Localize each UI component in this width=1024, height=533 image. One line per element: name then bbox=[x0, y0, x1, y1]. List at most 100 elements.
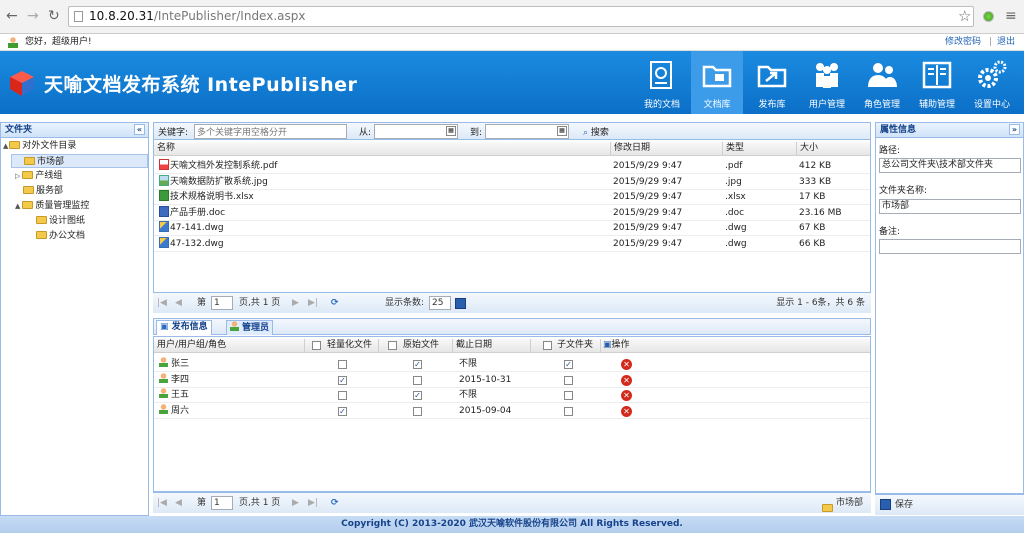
col-deadline[interactable]: 截止日期 bbox=[452, 339, 530, 352]
file-row[interactable]: 产品手册.doc 2015/9/29 9:47 .doc 23.16 MB bbox=[154, 205, 870, 221]
calendar-icon[interactable]: ▦ bbox=[557, 126, 567, 136]
tree-item[interactable]: 办公文档 bbox=[36, 229, 85, 243]
search-button[interactable]: ⌕ 搜索 bbox=[583, 125, 609, 138]
page-size-input[interactable]: 25 bbox=[429, 293, 451, 313]
publish-row[interactable]: 张三 ✓ 不限 ✓ ✕ bbox=[154, 357, 870, 372]
extension-icon[interactable] bbox=[983, 11, 994, 22]
nav-role-management[interactable]: 角色管理 bbox=[856, 51, 908, 114]
col-sub-label: 子文件夹 bbox=[557, 340, 594, 350]
tree-item[interactable]: ▲ 质量管理监控 bbox=[15, 199, 89, 213]
to-date-input[interactable]: ▦ bbox=[485, 124, 569, 139]
last-page-icon[interactable]: ▶| bbox=[308, 293, 318, 313]
prev-page-icon[interactable]: ◀ bbox=[175, 293, 182, 313]
expand-icon[interactable]: ▷ bbox=[15, 172, 20, 180]
publish-panel: 用户/用户组/角色 轻量化文件 原始文件 截止日期 子文件夹 ▣操作 张三 ✓ 不限… bbox=[153, 336, 871, 492]
publish-row[interactable]: 周六 ✓ 2015-09-04 ✕ bbox=[154, 403, 870, 419]
page-input[interactable]: 1 bbox=[211, 493, 233, 513]
orig-checkbox[interactable]: ✓ bbox=[413, 391, 422, 400]
col-sub[interactable]: 子文件夹 bbox=[530, 339, 600, 352]
save-page-size-icon[interactable] bbox=[455, 298, 466, 309]
delete-icon[interactable]: ✕ bbox=[621, 405, 632, 417]
from-date-input[interactable]: ▦ bbox=[374, 124, 458, 139]
collapse-right-icon[interactable]: » bbox=[1009, 124, 1020, 135]
collapse-left-icon[interactable]: « bbox=[134, 124, 145, 135]
forward-icon[interactable]: → bbox=[27, 8, 39, 24]
col-light[interactable]: 轻量化文件 bbox=[304, 339, 378, 352]
save-button[interactable]: 保存 bbox=[895, 495, 913, 515]
expand-icon[interactable]: ▲ bbox=[15, 202, 20, 210]
delete-icon[interactable]: ✕ bbox=[621, 390, 632, 401]
tab-publish-info[interactable]: ▣ 发布信息 bbox=[156, 320, 212, 335]
folder-name-input[interactable]: 市场部 bbox=[879, 199, 1021, 214]
back-icon[interactable]: ← bbox=[6, 8, 18, 24]
menu-icon[interactable]: ≡ bbox=[1005, 8, 1017, 24]
first-page-icon[interactable]: |◀ bbox=[157, 293, 167, 313]
last-page-icon[interactable]: ▶| bbox=[308, 493, 318, 513]
file-row[interactable]: 天喻数据防扩散系统.jpg 2015/9/29 9:47 .jpg 333 KB bbox=[154, 174, 870, 190]
tree-item[interactable]: 设计图纸 bbox=[36, 214, 85, 228]
col-action[interactable]: ▣操作 bbox=[600, 339, 870, 352]
keyword-input[interactable] bbox=[194, 124, 347, 139]
tree-item[interactable]: 服务部 bbox=[23, 184, 63, 198]
folder-icon bbox=[9, 141, 21, 149]
logout-link[interactable]: 退出 bbox=[997, 34, 1015, 50]
light-all-checkbox[interactable] bbox=[312, 341, 321, 350]
page-input[interactable]: 1 bbox=[211, 293, 233, 313]
col-orig[interactable]: 原始文件 bbox=[378, 339, 452, 352]
refresh-icon[interactable]: ⟳ bbox=[331, 293, 339, 313]
col-name[interactable]: 名称 bbox=[154, 142, 610, 155]
nav-my-documents[interactable]: 我的文档 bbox=[636, 51, 688, 114]
orig-checkbox[interactable]: ✓ bbox=[413, 360, 422, 369]
file-date: 2015/9/29 9:47 bbox=[613, 161, 683, 171]
tree-item-root[interactable]: ▲ 对外文件目录 bbox=[3, 139, 76, 153]
nav-aux-management[interactable]: 辅助管理 bbox=[911, 51, 963, 114]
file-row[interactable]: 天喻文档外发控制系统.pdf 2015/9/29 9:47 .pdf 412 KB bbox=[154, 159, 870, 174]
page-prefix: 第 bbox=[197, 498, 207, 508]
first-page-icon[interactable]: |◀ bbox=[157, 493, 167, 513]
nav-document-library[interactable]: 文档库 bbox=[691, 51, 743, 114]
nav-user-management[interactable]: 用户管理 bbox=[801, 51, 853, 114]
col-user[interactable]: 用户/用户组/角色 bbox=[154, 339, 304, 352]
nav-label: 我的文档 bbox=[643, 100, 680, 110]
nav-settings-center[interactable]: 设置中心 bbox=[966, 51, 1018, 114]
tab-admin[interactable]: 管理员 bbox=[226, 320, 274, 335]
prev-page-icon[interactable]: ◀ bbox=[175, 493, 182, 513]
sub-checkbox[interactable] bbox=[564, 375, 573, 385]
file-row[interactable]: 47-141.dwg 2015/9/29 9:47 .dwg 67 KB bbox=[154, 221, 870, 236]
light-checkbox[interactable]: ✓ bbox=[338, 375, 347, 385]
reload-icon[interactable]: ↻ bbox=[48, 8, 60, 24]
path-input[interactable]: 总公司文件夹\技术部文件夹 bbox=[879, 158, 1021, 173]
publish-row[interactable]: 王五 ✓ 不限 ✕ bbox=[154, 388, 870, 403]
next-page-icon[interactable]: ▶ bbox=[292, 493, 299, 513]
file-row[interactable]: 47-132.dwg 2015/9/29 9:47 .dwg 66 KB bbox=[154, 236, 870, 252]
light-checkbox[interactable]: ✓ bbox=[338, 406, 347, 416]
light-checkbox[interactable] bbox=[338, 360, 347, 369]
light-checkbox[interactable] bbox=[338, 391, 347, 400]
orig-checkbox[interactable] bbox=[413, 406, 422, 416]
tree-item[interactable]: ▷ 产线组 bbox=[15, 169, 62, 183]
file-size: 67 KB bbox=[799, 223, 826, 233]
expand-icon[interactable]: ▲ bbox=[3, 142, 8, 150]
orig-all-checkbox[interactable] bbox=[388, 341, 397, 350]
star-icon[interactable]: ☆ bbox=[958, 8, 971, 24]
orig-checkbox[interactable] bbox=[413, 375, 422, 385]
delete-icon[interactable]: ✕ bbox=[621, 359, 632, 370]
next-page-icon[interactable]: ▶ bbox=[292, 293, 299, 313]
sub-checkbox[interactable] bbox=[564, 406, 573, 416]
col-date[interactable]: 修改日期 bbox=[610, 142, 722, 155]
file-row[interactable]: 技术规格说明书.xlsx 2015/9/29 9:47 .xlsx 17 KB bbox=[154, 190, 870, 205]
note-input[interactable] bbox=[879, 239, 1021, 254]
sub-all-checkbox[interactable] bbox=[543, 341, 552, 350]
change-password-link[interactable]: 修改密码 bbox=[945, 34, 981, 50]
col-type[interactable]: 类型 bbox=[722, 142, 796, 155]
address-bar[interactable]: 10.8.20.31/IntePublisher/Index.aspx bbox=[68, 6, 974, 27]
tree-item-selected[interactable]: 市场部 bbox=[11, 154, 148, 168]
delete-icon[interactable]: ✕ bbox=[621, 374, 632, 386]
publish-row[interactable]: 李四 ✓ 2015-10-31 ✕ bbox=[154, 372, 870, 388]
calendar-icon[interactable]: ▦ bbox=[446, 126, 456, 136]
sub-checkbox[interactable]: ✓ bbox=[564, 360, 573, 369]
col-size[interactable]: 大小 bbox=[796, 142, 870, 155]
sub-checkbox[interactable] bbox=[564, 391, 573, 400]
nav-publish-library[interactable]: 发布库 bbox=[746, 51, 798, 114]
refresh-icon[interactable]: ⟳ bbox=[331, 493, 339, 513]
